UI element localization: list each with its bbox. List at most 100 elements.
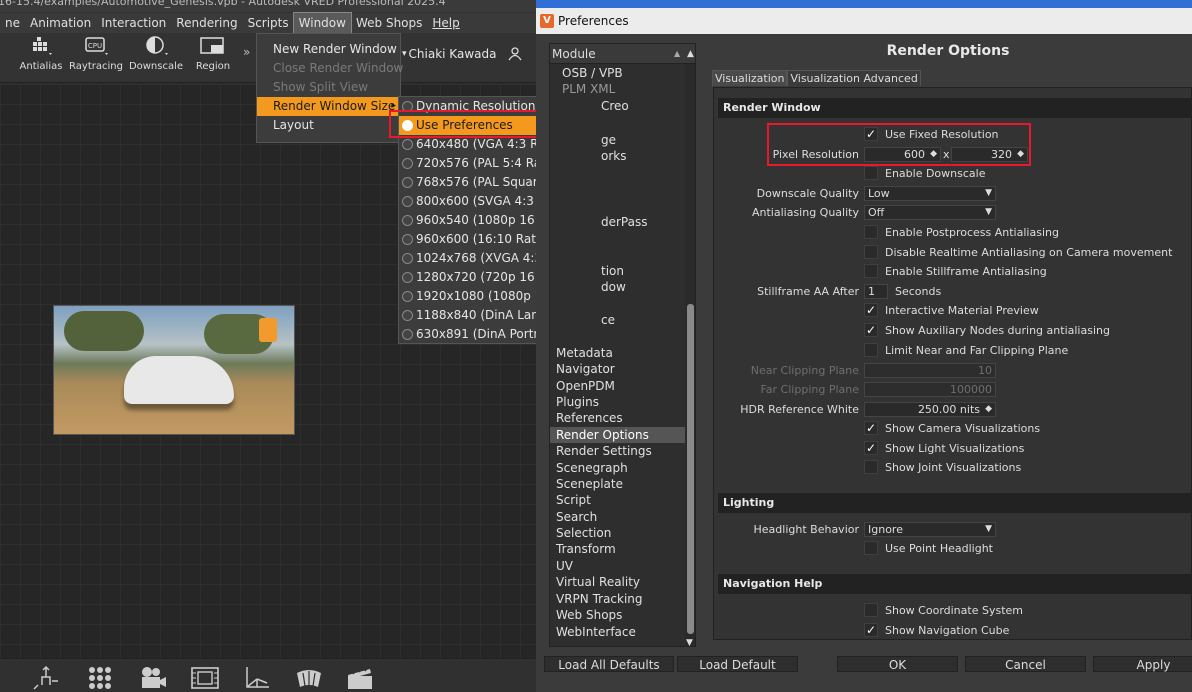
- module-item-render-options[interactable]: Render Options: [550, 427, 685, 443]
- cancel-button[interactable]: Cancel: [965, 656, 1086, 672]
- interactive-preview-checkbox[interactable]: ✓: [864, 303, 878, 317]
- module-list[interactable]: Module ▲ ▲ OSB / VPB PLM XML Creo ge ork…: [549, 43, 696, 647]
- scroll-down-icon[interactable]: ▼: [686, 638, 693, 648]
- aux-nodes-checkbox[interactable]: ✓: [864, 323, 878, 337]
- module-item-metadata[interactable]: Metadata: [550, 345, 685, 361]
- grid-icon[interactable]: [86, 665, 114, 691]
- disable-realtime-aa-checkbox[interactable]: [864, 245, 878, 259]
- postprocess-aa-checkbox[interactable]: [864, 225, 878, 239]
- clapper-icon[interactable]: [345, 665, 375, 691]
- nav-cube-checkbox[interactable]: ✓: [864, 623, 878, 637]
- raytracing-button[interactable]: CPU Raytracing: [68, 35, 124, 81]
- section-render-window: Render Window: [718, 98, 1192, 118]
- toolbar-overflow-icon[interactable]: »: [243, 45, 250, 59]
- export-icon[interactable]: [32, 665, 60, 691]
- light-vis-checkbox[interactable]: ✓: [864, 441, 878, 455]
- menu-rendering[interactable]: Rendering: [171, 13, 242, 33]
- enable-downscale-checkbox[interactable]: [864, 166, 878, 180]
- module-item-uv[interactable]: UV: [550, 558, 685, 574]
- joint-vis-checkbox[interactable]: [864, 460, 878, 474]
- module-item-scenegraph[interactable]: Scenegraph: [550, 460, 685, 476]
- tab-visualization[interactable]: Visualization: [712, 70, 788, 86]
- camera-icon[interactable]: [138, 665, 168, 691]
- use-fixed-resolution-checkbox[interactable]: ✓: [864, 127, 878, 141]
- point-headlight-checkbox[interactable]: [864, 541, 878, 555]
- menu-animation[interactable]: Animation: [25, 13, 96, 33]
- radio-icon: [402, 215, 413, 226]
- antialias-label: Antialias: [19, 61, 63, 72]
- downscale-icon: [146, 36, 168, 55]
- antialiasing-quality-select[interactable]: Off ▼: [864, 205, 996, 220]
- module-item[interactable]: PLM XML: [550, 81, 685, 97]
- module-item[interactable]: Creo: [550, 98, 685, 114]
- apply-button[interactable]: Apply: [1093, 656, 1192, 672]
- module-item-webinterface[interactable]: WebInterface: [550, 624, 685, 640]
- menu-item-new-render-window[interactable]: New Render Window: [257, 40, 400, 59]
- preview-tree: [64, 311, 144, 351]
- limit-clipping-checkbox[interactable]: [864, 343, 878, 357]
- check-icon: ✓: [865, 441, 877, 455]
- module-item[interactable]: ge: [550, 132, 685, 148]
- antialiasing-quality-label: Antialiasing Quality: [751, 206, 859, 219]
- menu-window[interactable]: Window: [292, 12, 352, 34]
- pixel-height-input[interactable]: 320 ◆: [951, 147, 1028, 162]
- camera-vis-checkbox[interactable]: ✓: [864, 421, 878, 435]
- menu-web-shops[interactable]: Web Shops: [351, 13, 427, 33]
- radio-icon: [402, 253, 413, 264]
- downscale-quality-select[interactable]: Low ▼: [864, 186, 996, 201]
- module-item-selection[interactable]: Selection: [550, 525, 685, 541]
- load-all-defaults-button[interactable]: Load All Defaults: [544, 656, 674, 672]
- hdr-reference-input[interactable]: 250.00 nits ◆: [864, 402, 996, 417]
- settings-panel: Render Window ✓ Use Fixed Resolution Pix…: [713, 87, 1192, 640]
- module-item[interactable]: orks: [550, 148, 685, 164]
- interactive-preview-label: Interactive Material Preview: [885, 304, 1039, 317]
- dialog-top-strip: [536, 0, 1192, 8]
- module-item-sceneplate[interactable]: Sceneplate: [550, 476, 685, 492]
- module-item-web-shops[interactable]: Web Shops: [550, 607, 685, 623]
- menu-scripts[interactable]: Scripts: [243, 13, 294, 33]
- user-account[interactable]: ▾ Chiaki Kawada: [402, 43, 530, 65]
- region-button[interactable]: Region: [190, 35, 236, 81]
- downscale-button[interactable]: Downscale: [128, 35, 184, 81]
- menu-file[interactable]: ne: [0, 13, 25, 33]
- module-item-render-settings[interactable]: Render Settings: [550, 443, 685, 459]
- module-item-script[interactable]: Script: [550, 492, 685, 508]
- menu-interaction[interactable]: Interaction: [96, 13, 171, 33]
- menu-help[interactable]: Help: [427, 13, 464, 33]
- antialias-button[interactable]: Antialias: [16, 35, 66, 81]
- cpu-text: CPU: [88, 42, 102, 50]
- module-item[interactable]: ce: [550, 312, 685, 328]
- module-item-references[interactable]: References: [550, 410, 685, 426]
- module-header[interactable]: Module ▲ ▲: [550, 44, 695, 64]
- radio-icon: [402, 196, 413, 207]
- module-item-openpdm[interactable]: OpenPDM: [550, 378, 685, 394]
- module-item-transform[interactable]: Transform: [550, 541, 685, 557]
- module-item[interactable]: tion: [550, 263, 685, 279]
- module-item-navigator[interactable]: Navigator: [550, 361, 685, 377]
- material-icon[interactable]: [294, 665, 324, 691]
- tab-visualization-advanced[interactable]: Visualization Advanced: [787, 70, 921, 86]
- module-scrollbar[interactable]: [685, 64, 695, 646]
- module-item[interactable]: derPass: [550, 214, 685, 230]
- coord-system-checkbox[interactable]: [864, 603, 878, 617]
- ok-button[interactable]: OK: [837, 656, 958, 672]
- headlight-behavior-select[interactable]: Ignore ▼: [864, 522, 996, 537]
- axis-icon[interactable]: [242, 665, 272, 691]
- stillframe-aa-checkbox[interactable]: [864, 264, 878, 278]
- module-item-plugins[interactable]: Plugins: [550, 394, 685, 410]
- radio-icon: [402, 310, 413, 321]
- menu-item-close-render-window: Close Render Window: [273, 61, 404, 75]
- module-item[interactable]: OSB / VPB: [550, 65, 685, 81]
- module-item-search[interactable]: Search: [550, 509, 685, 525]
- module-scrollbar-thumb[interactable]: [687, 304, 694, 634]
- film-icon[interactable]: [190, 665, 220, 691]
- load-default-button[interactable]: Load Default: [677, 656, 798, 672]
- module-item-virtual-reality[interactable]: Virtual Reality: [550, 574, 685, 590]
- module-item[interactable]: dow: [550, 279, 685, 295]
- menu-item-render-window-size[interactable]: Render Window Size ▸: [257, 97, 400, 116]
- menu-item-layout[interactable]: Layout: [257, 116, 400, 135]
- module-item-vrpn-tracking[interactable]: VRPN Tracking: [550, 591, 685, 607]
- pixel-width-input[interactable]: 600 ◆: [864, 147, 941, 162]
- scroll-up-icon[interactable]: ▲: [687, 44, 694, 64]
- stillframe-after-input[interactable]: 1: [864, 284, 888, 299]
